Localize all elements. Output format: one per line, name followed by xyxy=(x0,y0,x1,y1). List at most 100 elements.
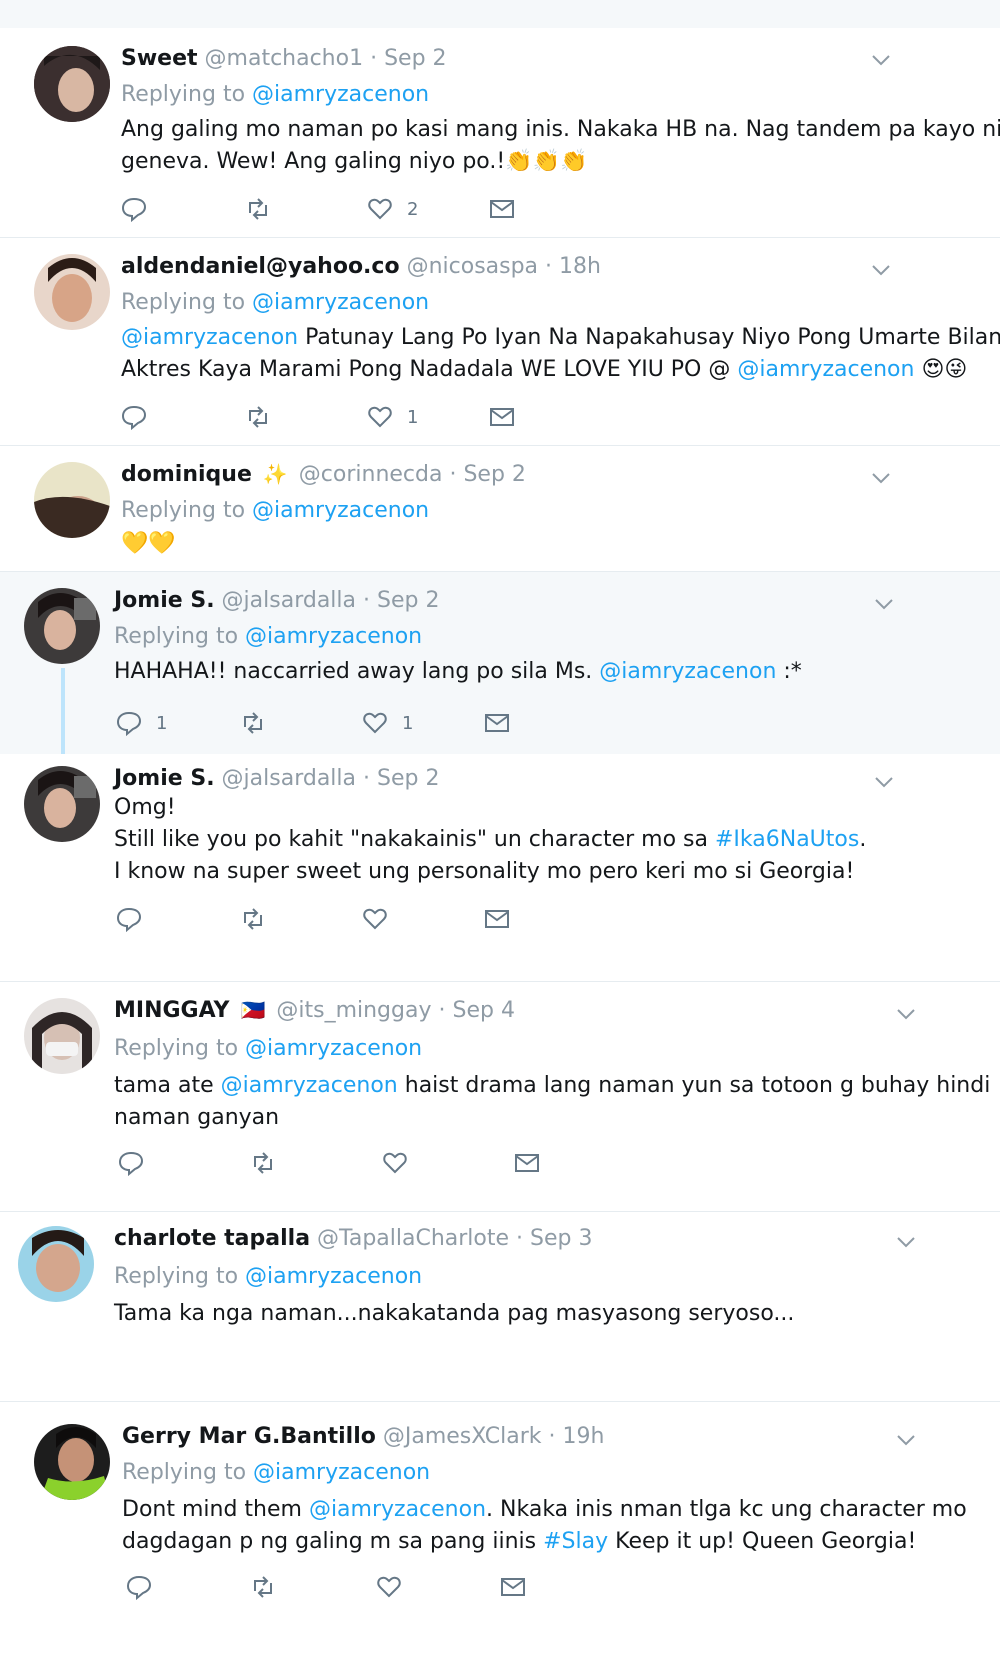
message-button[interactable] xyxy=(500,1572,526,1602)
tweet[interactable]: Gerry Mar G.Bantillo @JamesXClark · 19h … xyxy=(0,1402,1000,1654)
heart-icon xyxy=(363,712,387,734)
tweet-text-line: tama ate @iamryzacenon haist drama lang … xyxy=(114,1070,990,1102)
chevron-down-icon[interactable] xyxy=(872,770,896,794)
display-name[interactable]: Gerry Mar G.Bantillo xyxy=(122,1424,376,1449)
retweet-button[interactable] xyxy=(250,1572,276,1602)
like-button[interactable]: 1 xyxy=(367,402,418,432)
mention-link[interactable]: @iamryzacenon xyxy=(252,290,429,315)
display-name[interactable]: Jomie S. xyxy=(114,588,215,613)
avatar[interactable] xyxy=(24,998,100,1074)
reply-button[interactable] xyxy=(121,402,147,432)
chevron-down-icon[interactable] xyxy=(894,1002,918,1026)
avatar[interactable] xyxy=(34,254,110,330)
reply-button[interactable] xyxy=(126,1572,152,1602)
user-handle[interactable]: @nicosaspa xyxy=(407,254,538,279)
user-handle[interactable]: @matchacho1 xyxy=(205,46,364,71)
mention-link[interactable]: @iamryzacenon xyxy=(245,624,422,649)
tweet[interactable]: dominique ✨ @corinnecda · Sep 2 Replying… xyxy=(0,446,1000,572)
display-name[interactable]: MINGGAY xyxy=(114,998,229,1023)
tweet[interactable]: aldendaniel@yahoo.co @nicosaspa · 18h Re… xyxy=(0,238,1000,446)
display-name[interactable]: aldendaniel@yahoo.co xyxy=(121,254,400,279)
mention-link[interactable]: @iamryzacenon xyxy=(253,1460,430,1485)
timestamp[interactable]: Sep 2 xyxy=(384,46,446,71)
hashtag-link[interactable]: #Slay xyxy=(543,1529,608,1554)
mention-link[interactable]: @iamryzacenon xyxy=(245,1036,422,1061)
message-button[interactable] xyxy=(489,402,515,432)
tweet-text-segment: Patunay Lang Po Iyan Na Napakahusay Niyo… xyxy=(298,325,1000,350)
replying-to-label: Replying to xyxy=(121,290,246,315)
chevron-down-icon[interactable] xyxy=(872,592,896,616)
tweet[interactable]: charlote tapalla @TapallaCharlote · Sep … xyxy=(0,1212,1000,1402)
avatar[interactable] xyxy=(34,462,110,538)
timestamp[interactable]: Sep 4 xyxy=(453,998,515,1023)
timestamp[interactable]: Sep 2 xyxy=(463,462,525,487)
like-button[interactable] xyxy=(362,904,388,934)
mention-link[interactable]: @iamryzacenon xyxy=(252,82,429,107)
avatar[interactable] xyxy=(24,766,100,842)
message-button[interactable] xyxy=(514,1148,540,1178)
chevron-down-icon[interactable] xyxy=(894,1230,918,1254)
tweet-text-line: Still like you po kahit "nakakainis" un … xyxy=(114,824,866,856)
mention-link[interactable]: @iamryzacenon xyxy=(245,1264,422,1289)
like-button[interactable]: 2 xyxy=(367,194,418,224)
tweet-text-segment: tama ate xyxy=(114,1073,221,1098)
display-name[interactable]: Sweet xyxy=(121,46,198,71)
avatar[interactable] xyxy=(24,588,100,664)
like-button[interactable] xyxy=(376,1572,402,1602)
tweet-text-line: Dont mind them @iamryzacenon. Nkaka inis… xyxy=(122,1494,967,1526)
retweet-button[interactable] xyxy=(245,194,271,224)
like-button[interactable] xyxy=(382,1148,408,1178)
mention-link[interactable]: @iamryzacenon xyxy=(252,498,429,523)
replying-to: Replying to @iamryzacenon xyxy=(121,498,429,523)
like-button[interactable]: 1 xyxy=(362,708,413,738)
user-handle[interactable]: @its_minggay xyxy=(276,998,431,1023)
chevron-down-icon[interactable] xyxy=(869,466,893,490)
retweet-button[interactable] xyxy=(240,708,266,738)
mention-link[interactable]: @iamryzacenon xyxy=(737,357,914,382)
retweet-button[interactable] xyxy=(245,402,271,432)
timestamp[interactable]: 18h xyxy=(559,254,601,279)
display-name[interactable]: charlote tapalla xyxy=(114,1226,310,1251)
user-handle[interactable]: @jalsardalla xyxy=(222,766,356,791)
mention-link[interactable]: @iamryzacenon xyxy=(221,1073,398,1098)
display-name[interactable]: dominique xyxy=(121,462,252,487)
hashtag-link[interactable]: #Ika6NaUtos xyxy=(715,827,859,852)
reply-button[interactable] xyxy=(121,194,147,224)
message-button[interactable] xyxy=(484,904,510,934)
tweet-text-line: Ang galing mo naman po kasi mang inis. N… xyxy=(121,117,1000,142)
avatar[interactable] xyxy=(34,1424,110,1500)
reply-button[interactable]: 1 xyxy=(116,708,167,738)
chevron-down-icon[interactable] xyxy=(894,1428,918,1452)
mention-link[interactable]: @iamryzacenon xyxy=(309,1497,486,1522)
retweet-button[interactable] xyxy=(250,1148,276,1178)
chevron-down-icon[interactable] xyxy=(869,48,893,72)
user-handle[interactable]: @jalsardalla xyxy=(222,588,356,613)
tweet-header: Jomie S. @jalsardalla · Sep 2 xyxy=(114,588,439,613)
user-handle[interactable]: @TapallaCharlote xyxy=(317,1226,509,1251)
tweet[interactable]: Sweet @matchacho1 · Sep 2 Replying to @i… xyxy=(0,28,1000,238)
timestamp[interactable]: Sep 2 xyxy=(377,588,439,613)
tweet[interactable]: Jomie S. @jalsardalla · Sep 2 Omg! Still… xyxy=(0,754,1000,982)
replying-to: Replying to @iamryzacenon xyxy=(121,82,429,107)
display-name[interactable]: Jomie S. xyxy=(114,766,215,791)
timestamp[interactable]: Sep 2 xyxy=(377,766,439,791)
message-button[interactable] xyxy=(489,194,515,224)
reply-button[interactable] xyxy=(118,1148,144,1178)
avatar[interactable] xyxy=(18,1226,94,1302)
user-handle[interactable]: @corinnecda xyxy=(299,462,443,487)
tweet-header: MINGGAY 🇵🇭 @its_minggay · Sep 4 xyxy=(114,998,515,1023)
tweet[interactable]: MINGGAY 🇵🇭 @its_minggay · Sep 4 Replying… xyxy=(0,982,1000,1212)
replying-to: Replying to @iamryzacenon xyxy=(121,290,429,315)
retweet-button[interactable] xyxy=(240,904,266,934)
tweet[interactable]: Jomie S. @jalsardalla · Sep 2 Replying t… xyxy=(0,572,1000,754)
mention-link[interactable]: @iamryzacenon xyxy=(121,325,298,350)
mention-link[interactable]: @iamryzacenon xyxy=(599,659,776,684)
tweet-text-line: Tama ka nga naman...nakakatanda pag masy… xyxy=(114,1301,795,1326)
timestamp[interactable]: 19h xyxy=(562,1424,604,1449)
chevron-down-icon[interactable] xyxy=(869,258,893,282)
message-button[interactable] xyxy=(484,708,510,738)
user-handle[interactable]: @JamesXClark xyxy=(383,1424,542,1449)
timestamp[interactable]: Sep 3 xyxy=(530,1226,592,1251)
avatar[interactable] xyxy=(34,46,110,122)
reply-button[interactable] xyxy=(116,904,142,934)
